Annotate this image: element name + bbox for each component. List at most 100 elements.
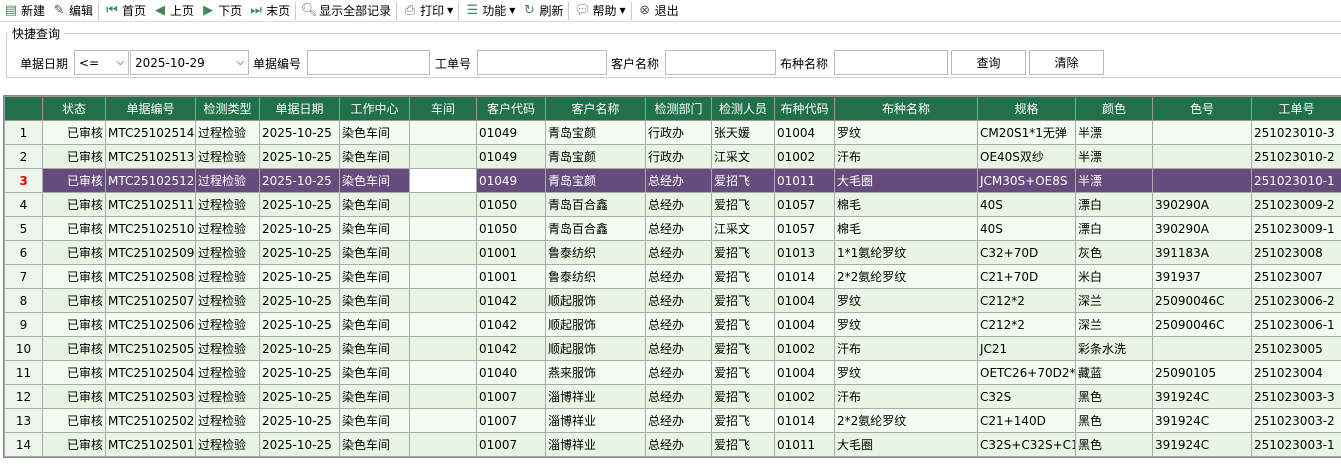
- table-cell[interactable]: [409, 144, 477, 169]
- date-picker[interactable]: 2025-10-29 ⌵: [130, 50, 249, 75]
- table-cell[interactable]: 2*2氨纶罗纹: [834, 408, 978, 433]
- row-number[interactable]: 6: [4, 240, 43, 265]
- table-cell[interactable]: 01057: [774, 216, 835, 241]
- table-cell[interactable]: 2*2氨纶罗纹: [834, 264, 978, 289]
- row-number[interactable]: 2: [4, 144, 43, 169]
- column-header[interactable]: 工作中心: [339, 96, 410, 121]
- table-cell[interactable]: [409, 192, 477, 217]
- table-row[interactable]: 10 已审核 MTC25102505 过程检验 2025-10-25 染色车间 01042 顺…: [4, 336, 1341, 361]
- date-operator-select[interactable]: <= ⌵: [74, 50, 129, 75]
- table-cell[interactable]: 总经办: [645, 432, 712, 457]
- table-cell[interactable]: 总经办: [645, 192, 712, 217]
- table-cell[interactable]: 深兰: [1075, 288, 1153, 313]
- table-cell[interactable]: MTC25102510: [105, 216, 196, 241]
- table-cell[interactable]: 01002: [774, 384, 835, 409]
- table-cell[interactable]: 已审核: [42, 384, 106, 409]
- table-cell[interactable]: 01011: [774, 168, 835, 193]
- table-row[interactable]: 6 已审核 MTC25102509 过程检验 2025-10-25 染色车间 01001 鲁泰…: [4, 240, 1341, 265]
- table-cell[interactable]: 爱招飞: [711, 168, 775, 193]
- table-cell[interactable]: 爱招飞: [711, 192, 775, 217]
- table-cell[interactable]: 爱招飞: [711, 312, 775, 337]
- table-row[interactable]: 11 已审核 MTC25102504 过程检验 2025-10-25 染色车间 01040 燕…: [4, 360, 1341, 385]
- table-cell[interactable]: [409, 312, 477, 337]
- table-cell[interactable]: 01007: [476, 432, 546, 457]
- table-cell[interactable]: MTC25102505: [105, 336, 196, 361]
- table-cell[interactable]: 染色车间: [339, 144, 410, 169]
- table-row[interactable]: 13 已审核 MTC25102502 过程检验 2025-10-25 染色车间 01007 淄…: [4, 408, 1341, 433]
- table-cell[interactable]: C32S: [977, 384, 1076, 409]
- table-row[interactable]: 1 已审核 MTC25102514 过程检验 2025-10-25 染色车间 01049 青岛…: [4, 120, 1341, 145]
- table-cell[interactable]: 爱招飞: [711, 408, 775, 433]
- table-cell[interactable]: 已审核: [42, 408, 106, 433]
- column-header[interactable]: 规格: [977, 96, 1076, 121]
- table-cell[interactable]: 391924C: [1152, 384, 1252, 409]
- table-cell[interactable]: 黑色: [1075, 384, 1153, 409]
- table-row[interactable]: 4 已审核 MTC25102511 过程检验 2025-10-25 染色车间 01050 青岛…: [4, 192, 1341, 217]
- table-cell[interactable]: 顺起服饰: [545, 288, 646, 313]
- first-page-button[interactable]: ⏮ 首页: [101, 1, 149, 21]
- table-cell[interactable]: 01049: [476, 144, 546, 169]
- help-menu[interactable]: 💬︎ 帮助 ▼: [571, 1, 628, 21]
- row-number[interactable]: 4: [4, 192, 43, 217]
- table-cell[interactable]: 251023007: [1251, 264, 1341, 289]
- table-cell[interactable]: 251023003-2: [1251, 408, 1341, 433]
- table-cell[interactable]: C32+70D: [977, 240, 1076, 265]
- print-button[interactable]: ⎙ 打印 ▼: [399, 1, 456, 21]
- table-cell[interactable]: 汗布: [834, 384, 978, 409]
- table-cell[interactable]: 灰色: [1075, 240, 1153, 265]
- table-cell[interactable]: 爱招飞: [711, 336, 775, 361]
- row-number[interactable]: 5: [4, 216, 43, 241]
- exit-button[interactable]: ⊗ 退出: [634, 1, 682, 21]
- table-cell[interactable]: 391924C: [1152, 408, 1252, 433]
- table-cell[interactable]: 2025-10-25: [259, 312, 340, 337]
- table-cell[interactable]: 米白: [1075, 264, 1153, 289]
- table-cell[interactable]: 染色车间: [339, 408, 410, 433]
- table-row[interactable]: 14 已审核 MTC25102501 过程检验 2025-10-25 染色车间 01007 淄…: [4, 432, 1341, 457]
- table-cell[interactable]: 01049: [476, 120, 546, 145]
- table-cell[interactable]: [409, 216, 477, 241]
- table-cell[interactable]: 已审核: [42, 120, 106, 145]
- table-cell[interactable]: 01049: [476, 168, 546, 193]
- table-cell[interactable]: 青岛宝颜: [545, 168, 646, 193]
- table-cell[interactable]: 漂白: [1075, 216, 1153, 241]
- table-cell[interactable]: C21+70D: [977, 264, 1076, 289]
- table-cell[interactable]: 01002: [774, 144, 835, 169]
- functions-menu[interactable]: ☰ 功能 ▼: [461, 1, 518, 21]
- table-cell[interactable]: 半漂: [1075, 120, 1153, 145]
- row-number[interactable]: 10: [4, 336, 43, 361]
- table-cell[interactable]: 已审核: [42, 432, 106, 457]
- table-cell[interactable]: 251023003-3: [1251, 384, 1341, 409]
- table-cell[interactable]: 染色车间: [339, 336, 410, 361]
- table-cell[interactable]: 染色车间: [339, 288, 410, 313]
- table-cell[interactable]: 390290A: [1152, 216, 1252, 241]
- table-cell[interactable]: 染色车间: [339, 168, 410, 193]
- column-header[interactable]: 检测类型: [195, 96, 260, 121]
- table-cell[interactable]: 01002: [774, 336, 835, 361]
- column-header[interactable]: 布种代码: [774, 96, 835, 121]
- table-cell[interactable]: 染色车间: [339, 120, 410, 145]
- table-cell[interactable]: 251023006-1: [1251, 312, 1341, 337]
- table-cell[interactable]: 总经办: [645, 408, 712, 433]
- table-cell[interactable]: 已审核: [42, 144, 106, 169]
- table-cell[interactable]: 1*1氨纶罗纹: [834, 240, 978, 265]
- table-cell[interactable]: C212*2: [977, 312, 1076, 337]
- table-cell[interactable]: 过程检验: [195, 360, 260, 385]
- table-cell[interactable]: 淄博祥业: [545, 384, 646, 409]
- table-cell[interactable]: 江采文: [711, 216, 775, 241]
- table-cell[interactable]: 251023010-2: [1251, 144, 1341, 169]
- table-cell[interactable]: 淄博祥业: [545, 432, 646, 457]
- table-cell[interactable]: 行政办: [645, 120, 712, 145]
- table-cell[interactable]: 藏蓝: [1075, 360, 1153, 385]
- table-cell[interactable]: 半漂: [1075, 144, 1153, 169]
- clear-button[interactable]: 清除: [1029, 50, 1104, 75]
- table-cell[interactable]: 已审核: [42, 336, 106, 361]
- table-cell[interactable]: 过程检验: [195, 144, 260, 169]
- table-cell[interactable]: 棉毛: [834, 216, 978, 241]
- column-header[interactable]: 车间: [409, 96, 477, 121]
- table-cell[interactable]: [409, 432, 477, 457]
- table-cell[interactable]: 总经办: [645, 360, 712, 385]
- table-cell[interactable]: 01014: [774, 264, 835, 289]
- table-cell[interactable]: 青岛百合鑫: [545, 216, 646, 241]
- table-cell[interactable]: MTC25102511: [105, 192, 196, 217]
- table-cell[interactable]: 顺起服饰: [545, 336, 646, 361]
